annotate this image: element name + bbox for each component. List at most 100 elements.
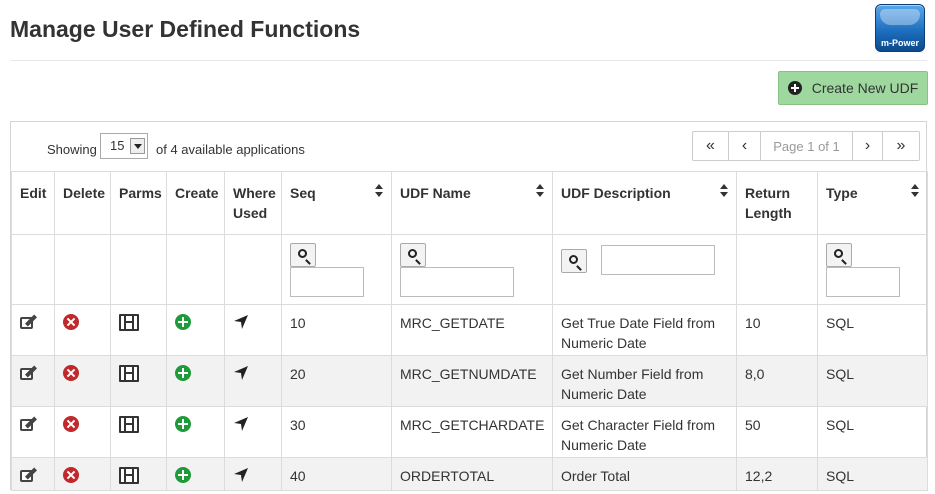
return-length-cell: 10 (736, 304, 818, 356)
edit-cell (11, 355, 55, 407)
page-size-select[interactable]: 15 (100, 133, 148, 159)
filter-cell-empty (224, 234, 282, 305)
filter-cell-udf-description (552, 234, 737, 305)
edit-icon[interactable] (20, 314, 38, 330)
create-icon[interactable] (175, 416, 191, 432)
col-udf-description[interactable]: UDF Description (552, 171, 737, 235)
filter-cell-empty (110, 234, 167, 305)
udf-name-cell: ORDERTOTAL (391, 457, 553, 491)
delete-icon[interactable] (63, 416, 79, 432)
delete-cell (54, 304, 111, 356)
filter-cell-type (817, 234, 928, 305)
udf-name-cell: MRC_GETNUMDATE (391, 355, 553, 407)
udf-description-cell: Order Total (552, 457, 737, 491)
film-icon[interactable] (119, 314, 139, 331)
col-udf-description-label: UDF Description (561, 185, 671, 201)
create-cell (166, 457, 225, 491)
type-filter-input[interactable] (826, 267, 900, 297)
logo-text: m-Power (880, 38, 919, 48)
location-arrow-icon[interactable] (233, 314, 249, 330)
filter-cell-empty (11, 234, 55, 305)
udf-list-panel: Showing 15 of 4 available applications «… (10, 121, 928, 491)
col-udf-name[interactable]: UDF Name (391, 171, 553, 235)
chevron-down-icon[interactable] (130, 138, 145, 154)
filter-cell-seq (281, 234, 392, 305)
edit-icon[interactable] (20, 467, 38, 483)
sort-icon[interactable] (536, 184, 544, 198)
return-length-cell: 12,2 (736, 457, 818, 491)
seq-cell: 30 (281, 406, 392, 458)
page-indicator: Page 1 of 1 (761, 132, 853, 160)
location-arrow-icon[interactable] (233, 467, 249, 483)
film-icon[interactable] (119, 467, 139, 484)
table-row: 10 MRC_GETDATE Get True Date Field from … (11, 304, 928, 356)
filter-cell-udf-name (391, 234, 553, 305)
sort-icon[interactable] (720, 184, 728, 198)
parms-cell (110, 355, 167, 407)
col-create: Create (166, 171, 225, 235)
udf-table: Edit Delete Parms Create Where Used Seq … (11, 171, 928, 491)
next-page-button[interactable]: › (853, 132, 883, 160)
create-icon[interactable] (175, 365, 191, 381)
where-used-cell (224, 304, 282, 356)
col-type[interactable]: Type (817, 171, 928, 235)
delete-icon[interactable] (63, 365, 79, 381)
seq-cell: 40 (281, 457, 392, 491)
udf-name-cell: MRC_GETDATE (391, 304, 553, 356)
udf-name-filter-input[interactable] (400, 267, 514, 297)
return-length-cell: 50 (736, 406, 818, 458)
type-filter-search-button[interactable] (826, 243, 852, 267)
create-new-udf-button[interactable]: Create New UDF (778, 71, 928, 105)
header-divider (10, 60, 927, 61)
table-row: 40 ORDERTOTAL Order Total 12,2 SQL (11, 457, 928, 491)
type-cell: SQL (817, 406, 928, 458)
create-icon[interactable] (175, 467, 191, 483)
parms-cell (110, 406, 167, 458)
udf-name-filter-search-button[interactable] (400, 243, 426, 267)
first-page-button[interactable]: « (693, 132, 729, 160)
col-edit: Edit (11, 171, 55, 235)
search-icon (298, 249, 307, 258)
showing-label: Showing (47, 142, 97, 157)
create-icon[interactable] (175, 314, 191, 330)
col-udf-name-label: UDF Name (400, 185, 471, 201)
create-cell (166, 406, 225, 458)
delete-icon[interactable] (63, 314, 79, 330)
col-seq-label: Seq (290, 185, 316, 201)
film-icon[interactable] (119, 365, 139, 382)
sort-icon[interactable] (911, 184, 919, 198)
delete-cell (54, 457, 111, 491)
filter-cell-empty (54, 234, 111, 305)
search-icon (408, 249, 417, 258)
col-parms: Parms (110, 171, 167, 235)
return-length-cell: 8,0 (736, 355, 818, 407)
last-page-button[interactable]: » (883, 132, 919, 160)
udf-description-filter-search-button[interactable] (561, 249, 587, 273)
table-row: 30 MRC_GETCHARDATE Get Character Field f… (11, 406, 928, 458)
udf-description-filter-input[interactable] (601, 245, 715, 275)
delete-cell (54, 355, 111, 407)
create-cell (166, 355, 225, 407)
col-seq[interactable]: Seq (281, 171, 392, 235)
location-arrow-icon[interactable] (233, 365, 249, 381)
col-where-used: Where Used (224, 171, 282, 235)
location-arrow-icon[interactable] (233, 416, 249, 432)
where-used-cell (224, 457, 282, 491)
udf-description-cell: Get Number Field from Numeric Date (552, 355, 737, 407)
seq-filter-search-button[interactable] (290, 243, 316, 267)
udf-table-body: 10 MRC_GETDATE Get True Date Field from … (11, 304, 928, 491)
col-type-label: Type (826, 185, 858, 201)
list-toolbar: Showing 15 of 4 available applications «… (11, 122, 926, 171)
edit-icon[interactable] (20, 416, 38, 432)
udf-name-cell: MRC_GETCHARDATE (391, 406, 553, 458)
edit-cell (11, 304, 55, 356)
sort-icon[interactable] (375, 184, 383, 198)
delete-icon[interactable] (63, 467, 79, 483)
seq-cell: 10 (281, 304, 392, 356)
film-icon[interactable] (119, 416, 139, 433)
seq-filter-input[interactable] (290, 267, 364, 297)
seq-cell: 20 (281, 355, 392, 407)
logo-shine (880, 9, 920, 25)
edit-icon[interactable] (20, 365, 38, 381)
prev-page-button[interactable]: ‹ (729, 132, 761, 160)
